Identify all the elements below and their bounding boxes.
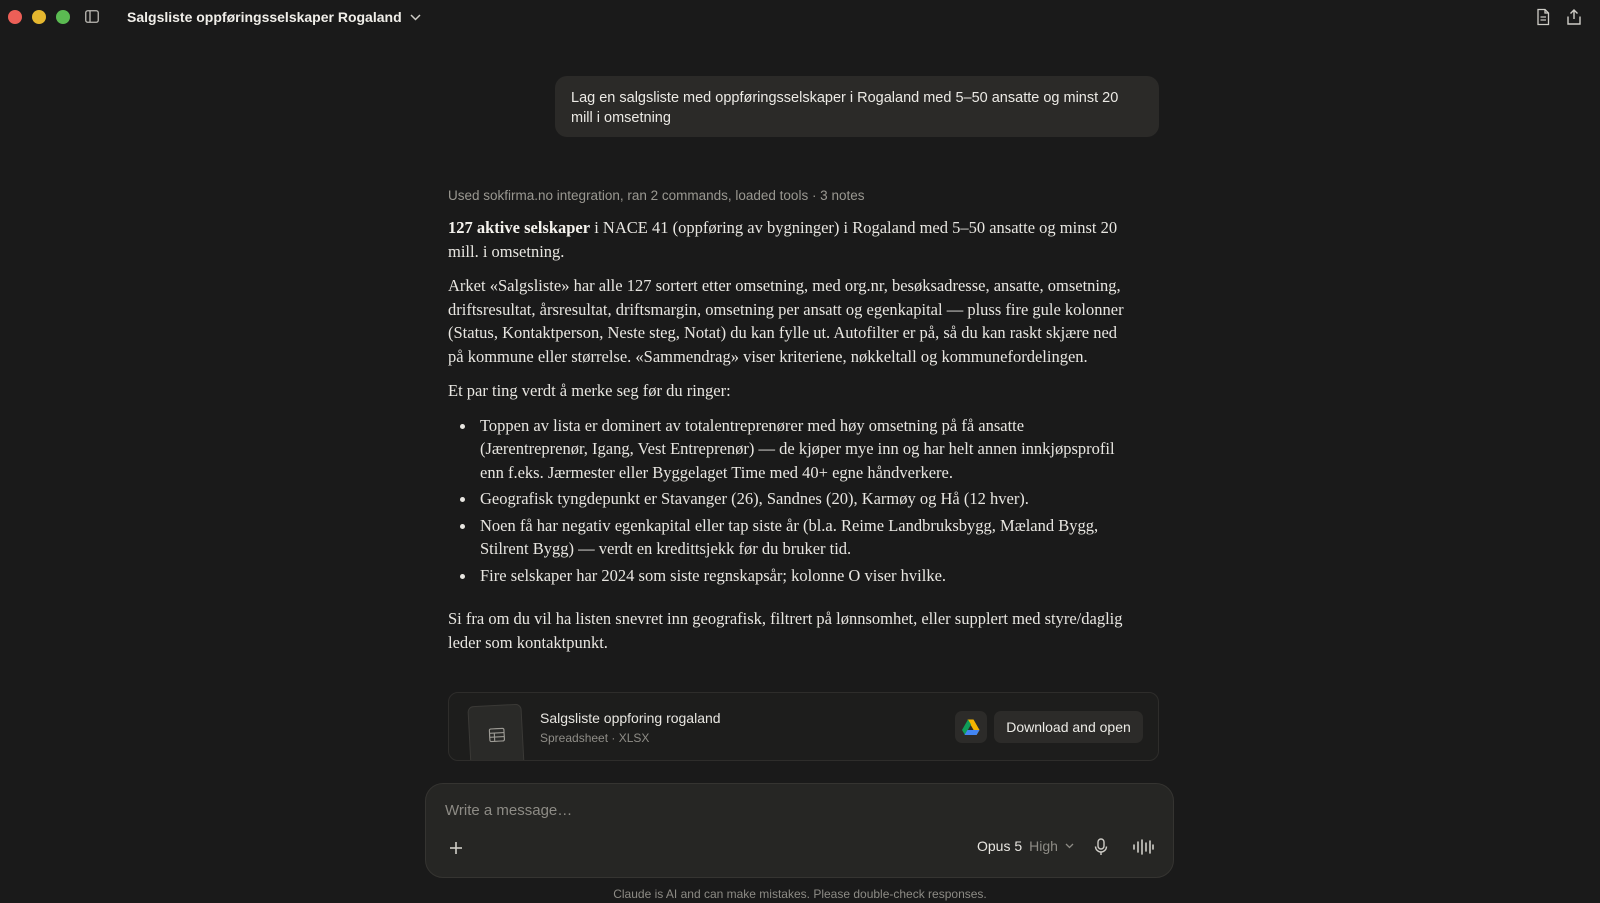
model-selector[interactable]: Opus 5 High [977,838,1074,854]
title-bar: Salgsliste oppføringsselskaper Rogaland [0,0,1600,36]
minimize-window-button[interactable] [32,10,46,24]
list-item: Noen få har negativ egenkapital eller ta… [448,514,1128,561]
file-meta: Spreadsheet · XLSX [540,731,650,745]
model-name: Opus 5 [977,838,1023,854]
file-name: Salgsliste oppforing rogaland [540,710,721,726]
share-icon[interactable] [1565,8,1583,26]
list-item: Geografisk tyngdepunkt er Stavanger (26)… [448,487,1128,511]
sidebar-toggle-icon[interactable] [85,10,99,23]
list-item: Toppen av lista er dominert av totalentr… [448,414,1128,485]
download-and-open-button[interactable]: Download and open [994,711,1143,743]
list-item: Fire selskaper har 2024 som siste regnsk… [448,564,1128,588]
tools-summary[interactable]: Used sokfirma.no integration, ran 2 comm… [448,188,864,203]
conversation-title: Salgsliste oppføringsselskaper Rogaland [127,9,402,25]
assistant-response: 127 aktive selskaper i NACE 41 (oppførin… [448,216,1128,665]
answer-intro: 127 aktive selskaper i NACE 41 (oppførin… [448,216,1128,263]
document-icon[interactable] [1534,8,1552,26]
google-drive-icon [962,719,980,735]
zoom-window-button[interactable] [56,10,70,24]
answer-paragraph: Et par ting verdt å merke seg før du rin… [448,381,731,400]
answer-intro-bold: 127 aktive selskaper [448,218,591,237]
microphone-icon[interactable] [1093,838,1109,856]
answer-bullet-list: Toppen av lista er dominert av totalentr… [448,414,1128,588]
message-composer: Opus 5 High [425,783,1174,878]
chevron-down-icon [1065,843,1074,849]
file-attachment-card[interactable]: Salgsliste oppforing rogaland Spreadshee… [448,692,1159,761]
spreadsheet-thumbnail [467,703,525,760]
voice-mode-icon[interactable] [1132,839,1154,855]
google-drive-button[interactable] [955,711,987,743]
chevron-down-icon [410,14,421,21]
conversation-title-menu[interactable]: Salgsliste oppføringsselskaper Rogaland [127,9,421,25]
user-message: Lag en salgsliste med oppføringsselskape… [555,76,1159,137]
message-input[interactable] [445,802,1145,819]
disclaimer: Claude is AI and can make mistakes. Plea… [613,887,987,901]
close-window-button[interactable] [8,10,22,24]
spreadsheet-icon [488,727,506,743]
model-effort: High [1029,838,1058,854]
answer-paragraph: Arket «Salgsliste» har alle 127 sortert … [448,276,1124,366]
plus-icon[interactable] [448,840,464,856]
answer-closing: Si fra om du vil ha listen snevret inn g… [448,609,1123,652]
